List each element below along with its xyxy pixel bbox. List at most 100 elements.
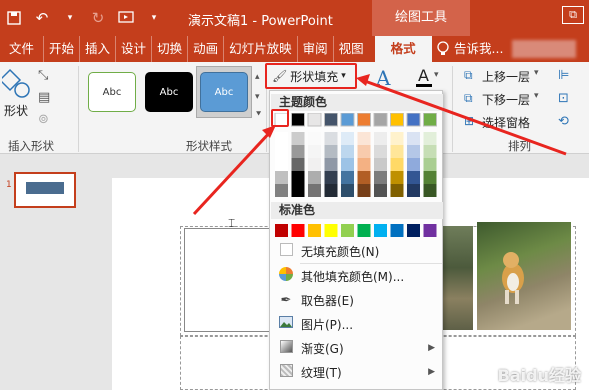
theme-color-shade-swatch[interactable] [324, 132, 338, 145]
theme-color-shade-swatch[interactable] [390, 184, 404, 197]
menu-item-no-fill[interactable]: 无填充颜色(N) [271, 239, 443, 263]
edit-shape-icon[interactable] [2, 68, 32, 100]
standard-color-swatch[interactable] [390, 224, 404, 237]
send-backward-dropdown-icon[interactable]: ▾ [534, 91, 539, 101]
text-fill-icon[interactable]: A [418, 66, 429, 85]
group-icon[interactable]: ⊡ [558, 91, 569, 106]
theme-color-shade-swatch[interactable] [357, 184, 371, 197]
send-backward-button[interactable]: 下移一层 [482, 91, 530, 108]
undo-icon[interactable]: ↶ [28, 4, 56, 32]
theme-color-shade-swatch[interactable] [275, 171, 288, 184]
theme-color-shade-swatch[interactable] [291, 158, 305, 171]
bring-forward-dropdown-icon[interactable]: ▾ [534, 68, 539, 78]
menu-item-picture[interactable]: 图片(P)... [271, 312, 443, 336]
undo-dropdown-icon[interactable]: ▾ [56, 4, 84, 32]
tab-home[interactable]: 开始 [44, 36, 81, 62]
theme-color-shade-swatch[interactable] [357, 132, 371, 145]
merge-shapes-icon[interactable]: ⊚ [38, 112, 49, 127]
theme-color-swatch[interactable] [373, 113, 388, 127]
scroll-up-icon[interactable]: ▴ [255, 72, 260, 82]
tab-format[interactable]: 格式 [374, 36, 432, 62]
shape-style-black[interactable]: Abc [145, 72, 193, 112]
photo-cat[interactable] [477, 222, 571, 330]
theme-color-shade-swatch[interactable] [423, 132, 437, 145]
theme-color-swatch[interactable] [390, 113, 404, 127]
theme-color-shade-swatch[interactable] [308, 184, 321, 197]
theme-color-swatch[interactable] [357, 113, 371, 127]
tab-review[interactable]: 审阅 [298, 36, 334, 62]
theme-color-shade-swatch[interactable] [324, 145, 338, 158]
theme-color-shade-swatch[interactable] [308, 132, 321, 145]
menu-item-eyedropper[interactable]: ✒ 取色器(E) [271, 288, 443, 312]
theme-color-shade-swatch[interactable] [407, 171, 420, 184]
standard-color-swatch[interactable] [324, 224, 338, 237]
tab-view[interactable]: 视图 [334, 36, 369, 62]
standard-color-swatch[interactable] [275, 224, 288, 237]
shape-style-blue[interactable]: Abc [200, 72, 248, 112]
standard-color-swatch[interactable] [374, 224, 387, 237]
theme-color-shade-swatch[interactable] [275, 132, 288, 145]
tell-me-box[interactable]: 告诉我... [436, 36, 503, 62]
theme-color-shade-swatch[interactable] [407, 132, 420, 145]
theme-color-shade-swatch[interactable] [407, 184, 420, 197]
menu-item-more-colors[interactable]: 其他填充颜色(M)... [271, 264, 443, 288]
tab-slideshow[interactable]: 幻灯片放映 [224, 36, 298, 62]
theme-color-shade-swatch[interactable] [357, 171, 371, 184]
standard-color-swatch[interactable] [291, 224, 305, 237]
theme-color-shade-swatch[interactable] [357, 158, 371, 171]
theme-color-shade-swatch[interactable] [341, 171, 354, 184]
theme-color-shade-swatch[interactable] [423, 171, 437, 184]
theme-color-shade-swatch[interactable] [374, 132, 387, 145]
theme-color-swatch[interactable] [307, 113, 322, 127]
ribbon-display-options-icon[interactable]: ⧉ [562, 6, 584, 24]
theme-color-shade-swatch[interactable] [275, 184, 288, 197]
theme-color-shade-swatch[interactable] [275, 158, 288, 171]
redo-icon[interactable]: ↻ [84, 4, 112, 32]
standard-color-swatch[interactable] [357, 224, 371, 237]
customize-qat-icon[interactable]: ▾ [140, 4, 168, 32]
menu-item-texture[interactable]: 纹理(T) ▶ [271, 360, 443, 384]
tab-insert[interactable]: 插入 [80, 36, 117, 62]
theme-color-shade-swatch[interactable] [407, 158, 420, 171]
tab-animations[interactable]: 动画 [188, 36, 225, 62]
text-fill-dropdown-icon[interactable]: ▾ [434, 70, 439, 80]
theme-color-swatch[interactable] [423, 113, 437, 127]
standard-color-swatch[interactable] [341, 224, 354, 237]
edit-shape-label[interactable]: 形状 [4, 102, 28, 119]
theme-color-shade-swatch[interactable] [341, 145, 354, 158]
theme-color-shade-swatch[interactable] [390, 171, 404, 184]
scroll-down-icon[interactable]: ▾ [255, 92, 260, 102]
theme-color-shade-swatch[interactable] [423, 145, 437, 158]
theme-color-shade-swatch[interactable] [423, 184, 437, 197]
theme-color-shade-swatch[interactable] [374, 184, 387, 197]
tab-transitions[interactable]: 切换 [152, 36, 189, 62]
more-styles-icon[interactable]: ⯆ [255, 110, 262, 120]
theme-color-swatch[interactable] [340, 113, 355, 127]
theme-color-shade-swatch[interactable] [308, 171, 321, 184]
standard-color-swatch[interactable] [308, 224, 321, 237]
theme-color-shade-swatch[interactable] [357, 145, 371, 158]
slide-thumbnail[interactable] [14, 172, 76, 208]
theme-color-shade-swatch[interactable] [374, 158, 387, 171]
standard-color-swatch[interactable] [407, 224, 420, 237]
photo-thumbnail-1[interactable] [443, 226, 473, 330]
theme-color-shade-swatch[interactable] [308, 145, 321, 158]
selection-pane-button[interactable]: 选择窗格 [482, 114, 530, 131]
shape-style-outline-green[interactable]: Abc [88, 72, 136, 112]
quick-styles-icon[interactable]: A [376, 66, 390, 90]
theme-color-shade-swatch[interactable] [341, 184, 354, 197]
theme-color-shade-swatch[interactable] [291, 132, 305, 145]
theme-color-shade-swatch[interactable] [390, 132, 404, 145]
theme-color-shade-swatch[interactable] [324, 158, 338, 171]
theme-color-swatch[interactable] [291, 113, 305, 127]
save-icon[interactable] [0, 4, 28, 32]
theme-color-shade-swatch[interactable] [374, 171, 387, 184]
text-box-icon[interactable]: ▤ [38, 90, 50, 105]
edit-points-icon[interactable]: ⤡ [38, 68, 48, 83]
theme-color-shade-swatch[interactable] [275, 145, 288, 158]
theme-color-shade-swatch[interactable] [341, 158, 354, 171]
theme-color-shade-swatch[interactable] [291, 184, 305, 197]
theme-color-shade-swatch[interactable] [423, 158, 437, 171]
tab-file[interactable]: 文件 [0, 36, 45, 62]
theme-color-shade-swatch[interactable] [390, 158, 404, 171]
